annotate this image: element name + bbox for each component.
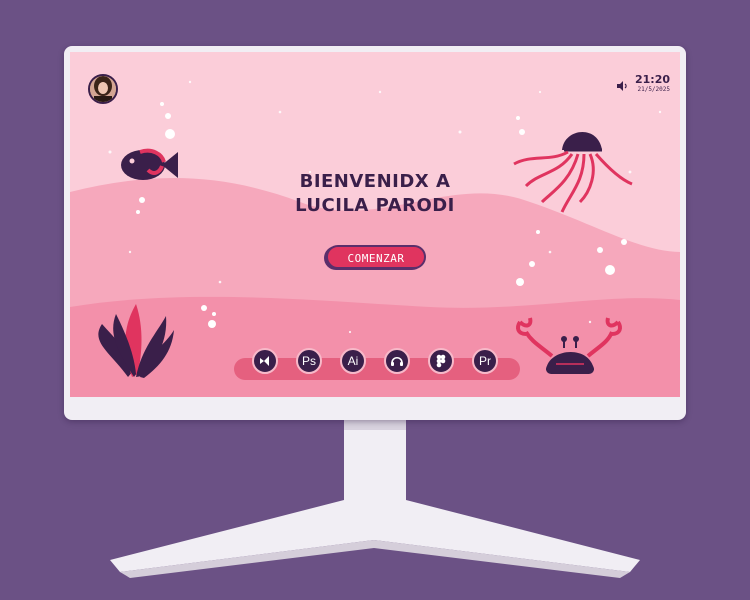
welcome-line-2: LUCILA PARODI [295,195,455,216]
monitor-neck-shadow [344,420,406,430]
welcome-line-1: BIENVENIDX A [299,171,451,192]
figma-icon [436,354,446,368]
dock-figma[interactable] [428,348,454,374]
clock-time: 21:20 [634,73,670,86]
monitor-neck [344,420,406,516]
dock-illustrator[interactable]: Ai [340,348,366,374]
start-button[interactable]: COMENZAR [326,245,426,269]
dock-visual-studio[interactable] [252,348,278,374]
user-avatar[interactable] [88,74,118,104]
system-clock: 21:20 21/5/2025 [635,74,670,94]
ocean-background [70,52,680,397]
dock-premiere[interactable]: Pr [472,348,498,374]
speaker-icon[interactable] [616,80,628,92]
welcome-heading: BIENVENIDX A LUCILA PARODI [250,170,500,218]
app-dock: Ps Ai Pr [234,348,520,380]
visual-studio-icon [260,356,269,366]
headphones-icon [391,356,403,366]
dock-photoshop[interactable]: Ps [296,348,322,374]
clock-date: 21/5/2025 [637,86,670,93]
profile-photo-icon [90,76,116,102]
dock-headphones[interactable] [384,348,410,374]
desktop-scene: 21:20 21/5/2025 BIENVENIDX A LUCILA PARO… [0,0,750,600]
desktop-screen: 21:20 21/5/2025 BIENVENIDX A LUCILA PARO… [70,52,680,397]
